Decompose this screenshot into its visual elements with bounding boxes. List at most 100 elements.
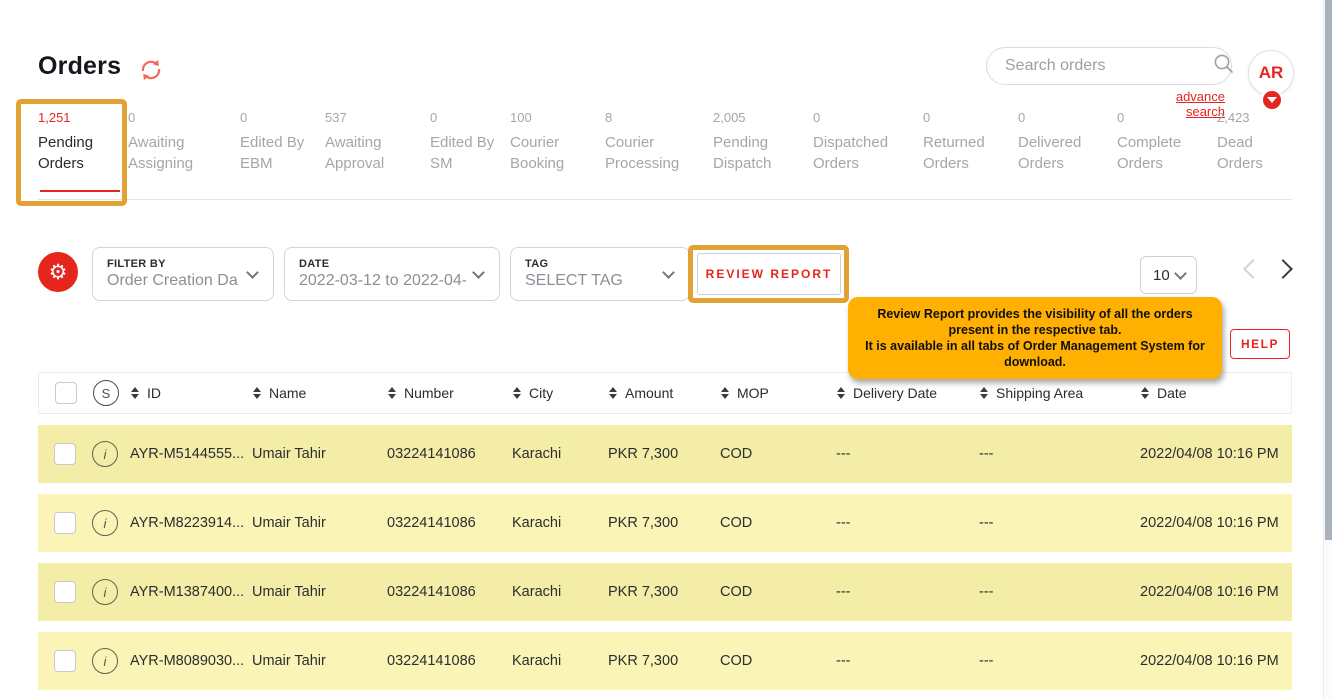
row-checkbox[interactable]	[54, 581, 76, 603]
tab-label: Returned Orders	[923, 132, 1004, 174]
sort-icon[interactable]	[253, 387, 261, 399]
tab-count: 0	[1117, 110, 1203, 126]
profile-menu-button[interactable]	[1261, 89, 1283, 111]
next-page-button[interactable]	[1273, 259, 1293, 279]
tag-dropdown[interactable]: TAG SELECT TAG	[510, 247, 690, 301]
filter-by-dropdown[interactable]: FILTER BY Order Creation Da	[92, 247, 274, 301]
tab-returned-orders[interactable]: 0 Returned Orders	[923, 110, 1018, 199]
page-size-value: 10	[1153, 267, 1170, 284]
filter-by-value: Order Creation Da	[107, 272, 240, 290]
tab-pending-dispatch[interactable]: 2,005 Pending Dispatch	[713, 110, 813, 199]
tab-count: 1,251	[38, 110, 114, 126]
tab-count: 537	[325, 110, 416, 126]
tab-label: Courier Booking	[510, 132, 591, 174]
cell-name: Umair Tahir	[252, 653, 387, 669]
page-title: Orders	[38, 52, 121, 81]
date-label: DATE	[299, 258, 466, 270]
info-icon[interactable]: i	[92, 579, 118, 605]
cell-date: 2022/04/08 10:16 PM	[1140, 653, 1292, 669]
chevron-down-icon	[472, 266, 485, 279]
sort-icon[interactable]	[131, 387, 139, 399]
gear-icon: ⚙	[49, 260, 68, 285]
avatar[interactable]: AR	[1248, 50, 1294, 96]
tab-count: 0	[813, 110, 909, 126]
tab-edited-by-sm[interactable]: 0 Edited By SM	[430, 110, 510, 199]
tab-count: 0	[430, 110, 496, 126]
tab-count: 0	[923, 110, 1004, 126]
tab-label: Edited By EBM	[240, 132, 311, 174]
tab-awaiting-assigning[interactable]: 0 Awaiting Assigning	[128, 110, 240, 199]
cell-name: Umair Tahir	[252, 515, 387, 531]
help-button[interactable]: HELP	[1230, 329, 1290, 359]
cell-amount: PKR 7,300	[608, 515, 720, 531]
tab-courier-processing[interactable]: 8 Courier Processing	[605, 110, 713, 199]
tab-label: Courier Processing	[605, 132, 699, 174]
tab-edited-by-ebm[interactable]: 0 Edited By EBM	[240, 110, 325, 199]
cell-amount: PKR 7,300	[608, 653, 720, 669]
info-icon[interactable]: i	[92, 441, 118, 467]
tooltip-line2: It is available in all tabs of Order Man…	[862, 338, 1208, 370]
cell-amount: PKR 7,300	[608, 446, 720, 462]
row-checkbox[interactable]	[54, 650, 76, 672]
table-row[interactable]: i AYR-M1387400... Umair Tahir 0322414108…	[38, 563, 1292, 621]
cell-mop: COD	[720, 653, 836, 669]
prev-page-button[interactable]	[1243, 259, 1263, 279]
review-report-button[interactable]: REVIEW REPORT	[697, 253, 841, 295]
search-icon[interactable]	[1212, 52, 1236, 81]
table-row[interactable]: i AYR-M8089030... Umair Tahir 0322414108…	[38, 632, 1292, 690]
orders-page: Orders advance search AR 1,251 Pending	[0, 0, 1332, 699]
order-status-tabs: 1,251 Pending Orders 0 Awaiting Assignin…	[38, 110, 1292, 200]
tab-dispatched-orders[interactable]: 0 Dispatched Orders	[813, 110, 923, 199]
row-checkbox[interactable]	[54, 512, 76, 534]
tab-pending-orders[interactable]: 1,251 Pending Orders	[38, 110, 128, 199]
tab-count: 2,423	[1217, 110, 1278, 126]
scrollbar-track[interactable]	[1323, 0, 1332, 699]
sort-icon[interactable]	[837, 387, 845, 399]
select-all-checkbox[interactable]	[55, 382, 77, 404]
tab-count: 0	[1018, 110, 1103, 126]
page-size-select[interactable]: 10	[1140, 256, 1197, 294]
status-column-icon: S	[93, 380, 119, 406]
cell-mop: COD	[720, 446, 836, 462]
tab-label: Awaiting Approval	[325, 132, 416, 174]
sort-icon[interactable]	[1141, 387, 1149, 399]
cell-shipping-area: ---	[979, 515, 1140, 531]
date-range-dropdown[interactable]: DATE 2022-03-12 to 2022-04-10	[284, 247, 500, 301]
scrollbar-thumb[interactable]	[1325, 0, 1332, 540]
tab-count: 0	[240, 110, 311, 126]
tab-delivered-orders[interactable]: 0 Delivered Orders	[1018, 110, 1117, 199]
cell-shipping-area: ---	[979, 653, 1140, 669]
tab-courier-booking[interactable]: 100 Courier Booking	[510, 110, 605, 199]
settings-button[interactable]: ⚙	[38, 252, 78, 292]
cell-number: 03224141086	[387, 653, 512, 669]
column-header-city: City	[529, 385, 553, 401]
info-icon[interactable]: i	[92, 510, 118, 536]
column-header-amount: Amount	[625, 385, 673, 401]
filter-by-label: FILTER BY	[107, 258, 240, 270]
sort-icon[interactable]	[513, 387, 521, 399]
column-header-name: Name	[269, 385, 306, 401]
tab-count: 8	[605, 110, 699, 126]
cell-date: 2022/04/08 10:16 PM	[1140, 446, 1292, 462]
sort-icon[interactable]	[721, 387, 729, 399]
sort-icon[interactable]	[609, 387, 617, 399]
sort-icon[interactable]	[980, 387, 988, 399]
cell-delivery-date: ---	[836, 653, 979, 669]
sort-icon[interactable]	[388, 387, 396, 399]
table-row[interactable]: i AYR-M5144555... Umair Tahir 0322414108…	[38, 425, 1292, 483]
cell-name: Umair Tahir	[252, 446, 387, 462]
tab-dead-orders[interactable]: 2,423 Dead Orders	[1217, 110, 1292, 199]
tooltip-line1: Review Report provides the visibility of…	[862, 306, 1208, 338]
table-row[interactable]: i AYR-M8223914... Umair Tahir 0322414108…	[38, 494, 1292, 552]
tab-label: Delivered Orders	[1018, 132, 1103, 174]
tab-label: Dead Orders	[1217, 132, 1278, 174]
cell-delivery-date: ---	[836, 515, 979, 531]
search-input[interactable]	[1005, 57, 1212, 75]
tab-count: 0	[128, 110, 226, 126]
cell-city: Karachi	[512, 515, 608, 531]
info-icon[interactable]: i	[92, 648, 118, 674]
refresh-button[interactable]	[138, 57, 164, 83]
row-checkbox[interactable]	[54, 443, 76, 465]
tab-awaiting-approval[interactable]: 537 Awaiting Approval	[325, 110, 430, 199]
tab-complete-orders[interactable]: 0 Complete Orders	[1117, 110, 1217, 199]
